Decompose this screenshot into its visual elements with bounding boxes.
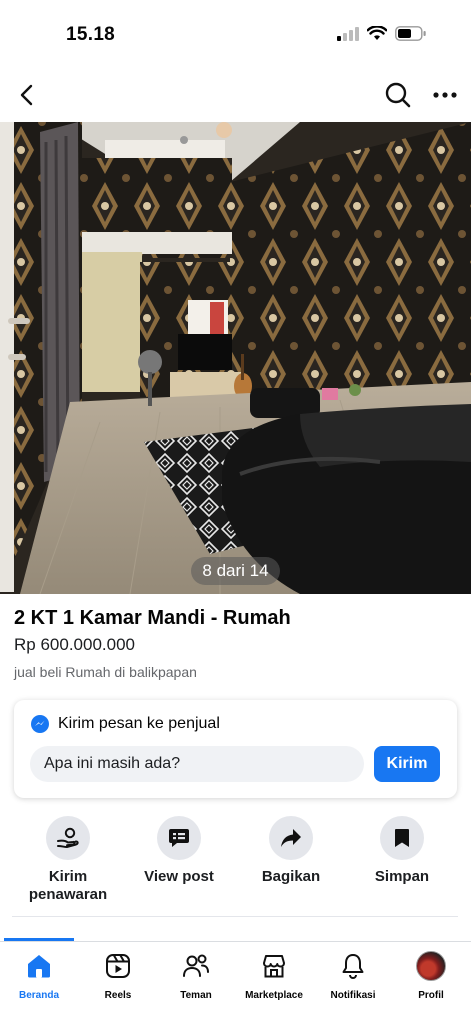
chevron-left-icon — [20, 84, 33, 106]
action-circle — [380, 816, 424, 860]
action-circle — [46, 816, 90, 860]
message-seller-card: Kirim pesan ke penjual Kirim — [14, 700, 457, 798]
tab-icon-wrap — [392, 950, 470, 982]
photo-counter: 8 dari 14 — [191, 557, 280, 585]
status-time: 15.18 — [66, 24, 116, 45]
tab-icon-wrap — [0, 950, 78, 982]
share-button[interactable]: Bagikan — [236, 816, 346, 886]
listing-photo[interactable] — [0, 122, 471, 594]
make-offer-button[interactable]: Kirim penawaran — [13, 816, 123, 904]
back-button[interactable] — [12, 80, 40, 110]
tab-label-notifikasi: Notifikasi — [330, 990, 376, 1001]
save-button[interactable]: Simpan — [347, 816, 457, 886]
tab-profil[interactable]: Profil — [392, 950, 470, 1001]
bell-icon — [342, 954, 364, 979]
cellular-signal-icon — [337, 26, 359, 41]
action-circle — [269, 816, 313, 860]
search-button[interactable] — [384, 80, 412, 110]
reels-icon — [106, 954, 130, 978]
avatar — [416, 951, 446, 981]
tab-label-beranda: Beranda — [18, 990, 59, 1001]
status-icons — [337, 26, 427, 41]
battery-icon — [395, 26, 426, 41]
tab-label-reels: Reels — [104, 990, 132, 1001]
tab-beranda[interactable]: Beranda — [0, 950, 78, 1001]
save-label: Simpan — [374, 868, 430, 885]
section-divider — [12, 916, 458, 917]
send-message-button[interactable]: Kirim — [374, 746, 440, 782]
tab-label-marketplace: Marketplace — [245, 990, 303, 1001]
message-input[interactable] — [30, 746, 364, 782]
messenger-icon — [31, 715, 49, 733]
listing-category-location[interactable]: jual beli Rumah di balikpapan — [14, 664, 197, 680]
listing-price: Rp 600.000.000 — [14, 635, 135, 654]
more-options-button[interactable] — [430, 80, 460, 110]
share-label: Bagikan — [261, 868, 321, 885]
tab-label-profil: Profil — [418, 990, 444, 1001]
tab-label-teman: Teman — [180, 990, 212, 1001]
friends-icon — [183, 954, 209, 977]
view-post-label: View post — [144, 868, 214, 885]
tab-icon-wrap — [314, 950, 392, 982]
message-seller-title: Kirim pesan ke penjual — [58, 715, 220, 732]
share-icon — [281, 829, 301, 847]
top-nav-bar — [0, 72, 471, 118]
status-bar: 15.18 — [0, 0, 471, 70]
marketplace-icon — [263, 955, 285, 978]
tab-icon-wrap — [235, 950, 313, 982]
search-icon — [385, 82, 411, 108]
offer-icon — [57, 827, 79, 849]
bottom-tab-bar: Beranda Reels Teman Marketplace Notifika… — [0, 941, 471, 1024]
message-seller-header: Kirim pesan ke penjual — [30, 714, 220, 734]
listing-actions: Kirim penawaran View post Bagikan Simpan — [0, 816, 471, 906]
more-horizontal-icon — [433, 92, 457, 98]
tab-icon-wrap — [79, 950, 157, 982]
tab-marketplace[interactable]: Marketplace — [235, 950, 313, 1001]
home-icon — [28, 955, 50, 978]
view-post-button[interactable]: View post — [124, 816, 234, 886]
tab-icon-wrap — [157, 950, 235, 982]
wifi-icon — [367, 26, 387, 40]
tab-reels[interactable]: Reels — [79, 950, 157, 1001]
listing-photo-image — [0, 122, 471, 594]
post-icon — [169, 829, 189, 847]
action-circle — [157, 816, 201, 860]
bookmark-icon — [395, 829, 409, 847]
tab-notifikasi[interactable]: Notifikasi — [314, 950, 392, 1001]
listing-title: 2 KT 1 Kamar Mandi - Rumah — [14, 607, 291, 629]
make-offer-label: Kirim penawaran — [28, 868, 108, 903]
tab-teman[interactable]: Teman — [157, 950, 235, 1001]
